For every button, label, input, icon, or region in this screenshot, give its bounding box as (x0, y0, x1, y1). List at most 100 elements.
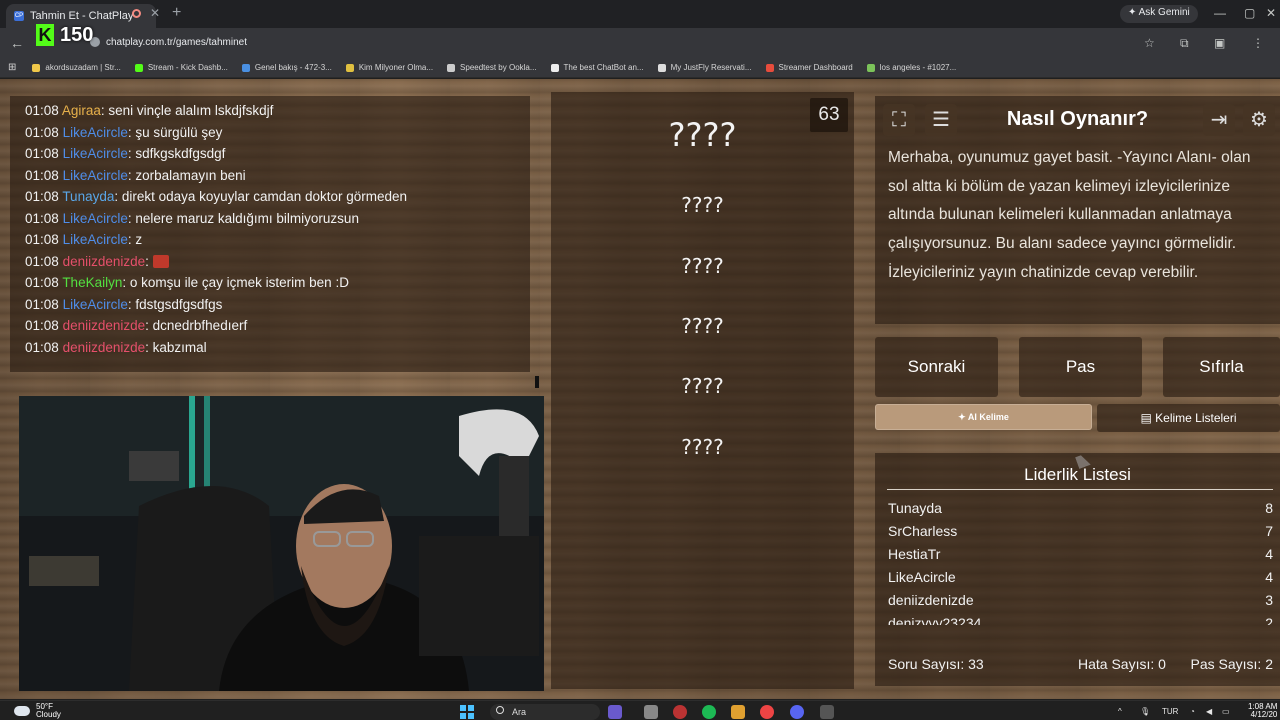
windows-taskbar: 50°F Cloudy Ara ^ 🎙 TUR ◔ ◀ ▭ 1:08 AM 4/12… (0, 700, 1280, 720)
chat-username[interactable]: LikeAcircle (63, 125, 128, 140)
app-icon[interactable] (820, 705, 834, 719)
bookmark-item[interactable]: Stream - Kick Dashb... (134, 63, 228, 72)
word-lists-button[interactable]: ▤ Kelime Listeleri (1097, 404, 1280, 432)
chat-timestamp: 01:08 (25, 318, 59, 333)
menu-icon[interactable]: ⋮ (1252, 36, 1264, 50)
search-icon (496, 706, 504, 714)
bookmark-favicon-icon (32, 63, 41, 72)
player-name: Tunayda (888, 500, 942, 516)
chat-username[interactable]: LikeAcircle (63, 297, 128, 312)
bookmark-label: akordsuzadam | Str... (45, 63, 121, 72)
spotify-icon[interactable] (702, 705, 716, 719)
chat-username[interactable]: TheKailyn (62, 275, 122, 290)
search-label: Ara (512, 707, 527, 717)
player-score: 7 (1265, 523, 1273, 539)
bookmark-item[interactable]: Genel bakış - 472-3... (241, 63, 332, 72)
cloud-icon (14, 706, 30, 716)
tray-chevron-icon[interactable]: ^ (1118, 707, 1122, 716)
chat-emote-icon (152, 254, 169, 268)
recording-icon (132, 9, 141, 18)
bookmark-star-icon[interactable]: ☆ (1144, 36, 1155, 50)
sidepanel-icon[interactable]: ▣ (1214, 36, 1225, 50)
chat-username[interactable]: LikeAcircle (63, 146, 128, 161)
divider (887, 489, 1273, 490)
error-count: Hata Sayısı: 0 (1078, 656, 1166, 672)
next-button[interactable]: Sonraki (875, 337, 998, 397)
chat-username[interactable]: deniizdenizde (63, 254, 146, 269)
app-icon[interactable] (608, 705, 622, 719)
chatplay-favicon-icon: CP (14, 11, 24, 21)
chat-timestamp: 01:08 (25, 253, 59, 269)
chat-message: 01:08 Tunayda: direkt odaya koyuylar cam… (25, 189, 408, 204)
wifi-icon[interactable]: ◔ (1190, 707, 1195, 716)
weather-widget[interactable]: 50°F Cloudy (14, 703, 61, 719)
back-icon[interactable]: ← (10, 35, 24, 51)
kick-logo-icon: K (36, 24, 54, 46)
bookmark-item[interactable]: Speedtest by Ookla... (447, 63, 537, 72)
reset-button[interactable]: Sıfırla (1163, 337, 1280, 397)
chat-panel: 01:08 Agiraa: seni vinçle alalım lskdjfs… (10, 96, 539, 388)
ai-word-button[interactable]: ✦ AI Kelime (875, 404, 1092, 430)
apps-grid-icon[interactable]: ⊞ (8, 62, 16, 73)
file-explorer-icon[interactable] (731, 705, 745, 719)
webcam-image (19, 396, 544, 691)
chat-username[interactable]: LikeAcircle (63, 232, 128, 247)
chat-username[interactable]: Tunayda (62, 189, 114, 204)
bookmark-item[interactable]: los angeles - #1027... (866, 63, 956, 72)
extensions-icon[interactable]: ⧉ (1180, 36, 1189, 51)
bookmark-item[interactable]: Kim Milyoner Olma... (345, 63, 433, 72)
chat-username[interactable]: LikeAcircle (63, 211, 128, 226)
player-score: 2 (1265, 615, 1273, 625)
app-icon[interactable] (644, 705, 658, 719)
word-slot: ???? (668, 116, 737, 154)
pass-button[interactable]: Pas (1019, 337, 1142, 397)
chat-text: dcnedrbfhedıerf (152, 318, 248, 333)
url-text: chatplay.com.tr/games/tahminet (106, 37, 247, 48)
chat-timestamp: 01:08 (25, 232, 59, 247)
address-bar[interactable]: chatplay.com.tr/games/tahminet (86, 34, 1166, 52)
bookmark-item[interactable]: My JustFly Reservati... (657, 63, 752, 72)
language-indicator[interactable]: TUR (1162, 707, 1178, 716)
battery-icon[interactable]: ▭ (1222, 707, 1230, 716)
chat-username[interactable]: deniizdenizde (63, 340, 146, 355)
chat-timestamp: 01:08 (25, 296, 59, 312)
leaderboard-list[interactable]: Tunayda 8 SrCharless 7 HestiaTr 4 LikeAcircle 4… (888, 497, 1273, 625)
chat-username[interactable]: Agiraa (62, 103, 101, 118)
new-tab-icon[interactable]: + (172, 4, 181, 22)
logout-icon[interactable]: ⇥ (1203, 104, 1235, 136)
chat-scrollbar[interactable] (535, 376, 539, 388)
maximize-icon[interactable]: ▢ (1244, 6, 1255, 20)
bookmark-label: My JustFly Reservati... (670, 63, 752, 72)
chat-timestamp: 01:08 (25, 210, 59, 226)
bookmark-item[interactable]: akordsuzadam | Str... (32, 63, 121, 72)
player-name: deniizdenizde (888, 592, 974, 608)
chat-username[interactable]: deniizdenizde (63, 318, 146, 333)
microphone-icon[interactable]: 🎙 (1140, 707, 1150, 716)
volume-icon[interactable]: ◀ (1206, 707, 1212, 716)
windows-start-icon[interactable] (460, 705, 474, 719)
tab-title: Tahmin Et - ChatPlay (30, 10, 134, 22)
minimize-icon[interactable]: — (1214, 6, 1226, 20)
chat-message: 01:08 LikeAcircle: sdfkgskdfgsdgf (25, 146, 226, 161)
chat-message: 01:08 Agiraa: seni vinçle alalım lskdjfs… (25, 103, 274, 118)
discord-icon[interactable] (790, 705, 804, 719)
kick-viewer-overlay: K 150 (36, 22, 93, 48)
gear-icon[interactable]: ⚙ (1243, 104, 1275, 136)
question-count: Soru Sayısı: 33 (888, 656, 984, 672)
chat-timestamp: 01:08 (25, 339, 59, 355)
clock[interactable]: 1:08 AM 4/12/20 (1248, 703, 1277, 719)
bookmark-favicon-icon (241, 63, 250, 72)
taskbar-search[interactable]: Ara (490, 704, 600, 720)
chat-timestamp: 01:08 (25, 124, 59, 140)
tab-close-icon[interactable]: ✕ (150, 6, 160, 20)
app-icon[interactable] (673, 705, 687, 719)
bookmark-label: Stream - Kick Dashb... (147, 63, 228, 72)
chat-text: kabzımal (152, 339, 207, 355)
bookmark-item[interactable]: Streamer Dashboard (765, 63, 853, 72)
chat-username[interactable]: LikeAcircle (63, 168, 128, 183)
bookmark-item[interactable]: The best ChatBot an... (550, 63, 644, 72)
chrome-icon[interactable] (760, 705, 774, 719)
ask-gemini-button[interactable]: ✦ Ask Gemini (1120, 5, 1198, 23)
word-slot: ???? (681, 314, 724, 338)
close-window-icon[interactable]: ✕ (1266, 6, 1276, 20)
